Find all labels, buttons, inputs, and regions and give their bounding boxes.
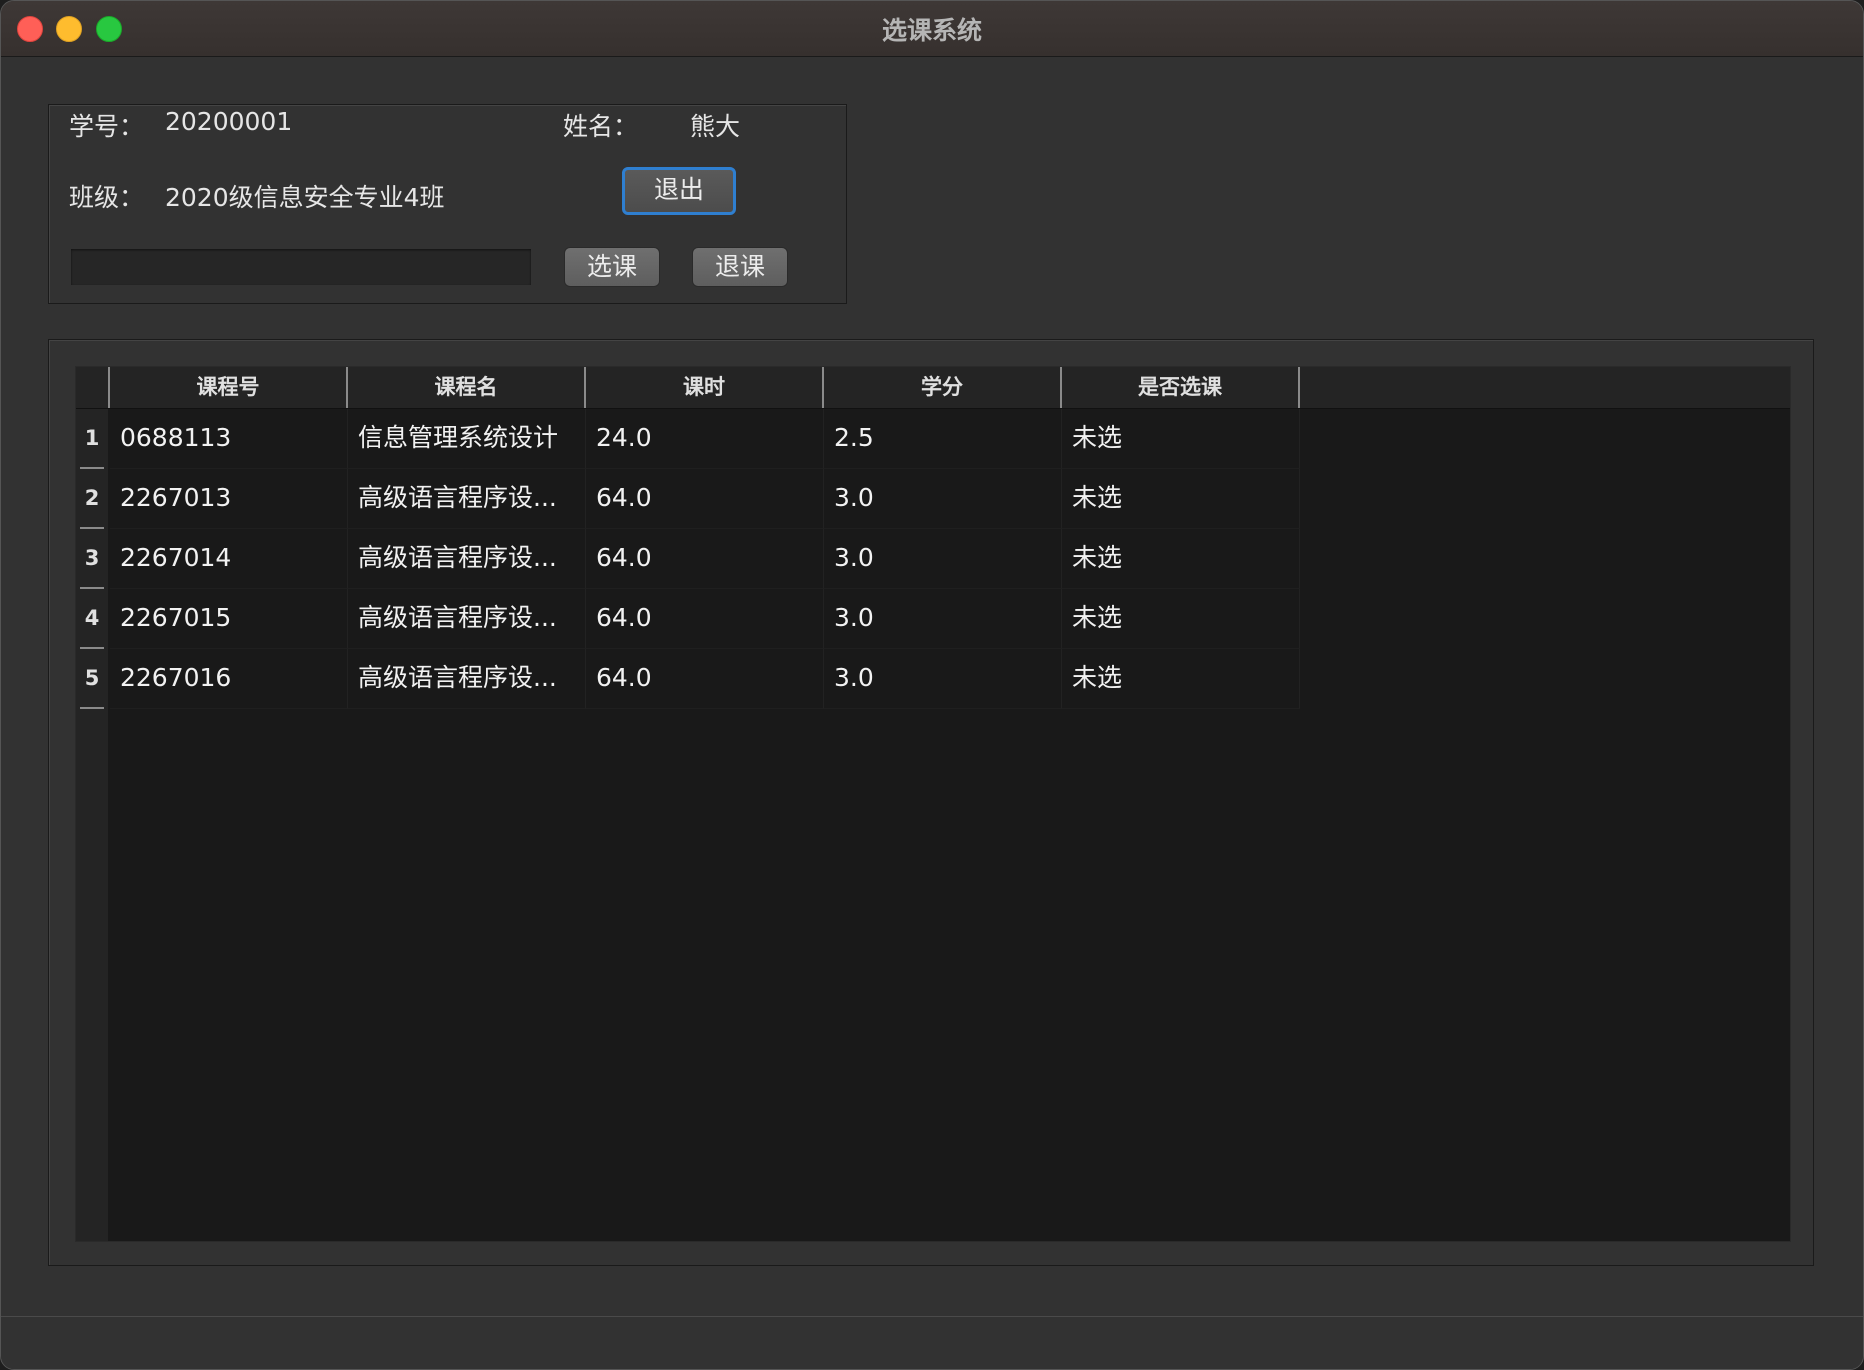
cell-course-id[interactable]: 0688113 (110, 409, 348, 469)
cell-credits[interactable]: 3.0 (824, 589, 1062, 649)
row-number[interactable]: 5 (76, 649, 108, 709)
table-row[interactable]: 1 0688113 信息管理系统设计 24.0 2.5 未选 (76, 409, 1300, 469)
course-id-input[interactable] (71, 249, 531, 285)
header-selected[interactable]: 是否选课 (1062, 367, 1300, 408)
cell-hours[interactable]: 64.0 (586, 649, 824, 709)
cell-hours[interactable]: 64.0 (586, 589, 824, 649)
table-row[interactable]: 3 2267014 高级语言程序设... 64.0 3.0 未选 (76, 529, 1300, 589)
title-bar: 选课系统 (1, 1, 1863, 57)
select-course-button[interactable]: 选课 (564, 247, 660, 287)
table-row[interactable]: 5 2267016 高级语言程序设... 64.0 3.0 未选 (76, 649, 1300, 709)
table-header: 课程号 课程名 课时 学分 是否选课 (76, 367, 1790, 409)
cell-course-name[interactable]: 信息管理系统设计 (348, 409, 586, 469)
cell-course-id[interactable]: 2267013 (110, 469, 348, 529)
cell-status[interactable]: 未选 (1062, 529, 1300, 589)
app-window: 选课系统 学号： 20200001 姓名： 熊大 班级： 2020级信息安全专业… (0, 0, 1864, 1370)
cell-credits[interactable]: 3.0 (824, 469, 1062, 529)
cell-credits[interactable]: 3.0 (824, 649, 1062, 709)
cell-status[interactable]: 未选 (1062, 589, 1300, 649)
row-number[interactable]: 4 (76, 589, 108, 649)
cell-course-id[interactable]: 2267016 (110, 649, 348, 709)
row-number[interactable]: 2 (76, 469, 108, 529)
table-corner[interactable] (76, 367, 110, 408)
cell-hours[interactable]: 24.0 (586, 409, 824, 469)
status-bar (1, 1316, 1863, 1369)
table-row[interactable]: 2 2267013 高级语言程序设... 64.0 3.0 未选 (76, 469, 1300, 529)
cell-course-name[interactable]: 高级语言程序设... (348, 469, 586, 529)
header-hours[interactable]: 课时 (586, 367, 824, 408)
student-name-value: 熊大 (690, 112, 741, 141)
header-course-name[interactable]: 课程名 (348, 367, 586, 408)
cell-course-name[interactable]: 高级语言程序设... (348, 529, 586, 589)
cell-status[interactable]: 未选 (1062, 649, 1300, 709)
class-value: 2020级信息安全专业4班 (165, 183, 445, 212)
row-number[interactable]: 3 (76, 529, 108, 589)
window-title: 选课系统 (881, 16, 982, 45)
cell-course-id[interactable]: 2267014 (110, 529, 348, 589)
cell-course-name[interactable]: 高级语言程序设... (348, 649, 586, 709)
student-name-label: 姓名： (563, 112, 639, 141)
header-course-id[interactable]: 课程号 (110, 367, 348, 408)
class-label: 班级： (69, 183, 145, 212)
cell-hours[interactable]: 64.0 (586, 529, 824, 589)
cell-course-name[interactable]: 高级语言程序设... (348, 589, 586, 649)
student-id-label: 学号： (69, 112, 145, 141)
cell-status[interactable]: 未选 (1062, 409, 1300, 469)
course-table[interactable]: 课程号 课程名 课时 学分 是否选课 1 0688113 信息管理系统设计 24… (75, 366, 1791, 1242)
cell-hours[interactable]: 64.0 (586, 469, 824, 529)
cell-credits[interactable]: 3.0 (824, 529, 1062, 589)
student-info-panel: 学号： 20200001 姓名： 熊大 班级： 2020级信息安全专业4班 退出… (48, 104, 847, 304)
row-number[interactable]: 1 (76, 409, 108, 469)
exit-button[interactable]: 退出 (622, 167, 736, 215)
cell-status[interactable]: 未选 (1062, 469, 1300, 529)
cell-course-id[interactable]: 2267015 (110, 589, 348, 649)
course-table-panel: 课程号 课程名 课时 学分 是否选课 1 0688113 信息管理系统设计 24… (48, 339, 1814, 1266)
cell-credits[interactable]: 2.5 (824, 409, 1062, 469)
header-credits[interactable]: 学分 (824, 367, 1062, 408)
table-row[interactable]: 4 2267015 高级语言程序设... 64.0 3.0 未选 (76, 589, 1300, 649)
drop-course-button[interactable]: 退课 (692, 247, 788, 287)
student-id-value: 20200001 (165, 107, 293, 136)
